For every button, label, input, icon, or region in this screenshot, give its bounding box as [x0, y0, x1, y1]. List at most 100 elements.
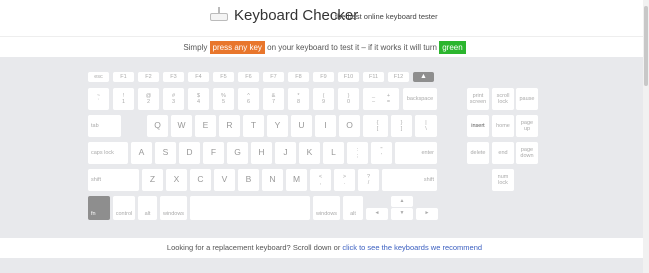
key-g: G: [227, 142, 248, 164]
key-eject: ▲: [413, 72, 434, 82]
scrollbar-thumb[interactable]: [644, 6, 648, 86]
key-w: W: [171, 115, 192, 137]
footer-text: Looking for a replacement keyboard? Scro…: [166, 243, 343, 252]
key-f5: F5: [213, 72, 234, 82]
key-f6: F6: [238, 72, 259, 82]
key-f2: F2: [138, 72, 159, 82]
key-shift-right: shift: [382, 169, 437, 191]
key-4: $4: [188, 88, 209, 110]
key-shift-left: shift: [88, 169, 139, 191]
key-7: & 7: [263, 88, 284, 110]
site-header: Keyboard Checker the best online keyboar…: [0, 0, 649, 36]
bottom-section: [0, 258, 643, 273]
key-arrow-left: ◄: [366, 208, 388, 220]
key-arrow-right: ►: [416, 208, 438, 220]
key-f4: F4: [188, 72, 209, 82]
instructions-banner: Simply press any key on your keyboard to…: [0, 36, 649, 57]
keyboards-recommend-link[interactable]: click to see the keyboards we recommend: [342, 243, 482, 252]
key-backspace: backspace: [403, 88, 437, 110]
instructions-text-2: on your keyboard to test it – if it work…: [264, 43, 440, 52]
key-control: control: [113, 196, 135, 220]
key-page-up: page up: [516, 115, 538, 137]
key-left-bracket: {[: [367, 115, 388, 137]
key-f10: F10: [338, 72, 359, 82]
green-highlight: green: [439, 41, 466, 54]
instructions-text: Simply: [183, 43, 210, 52]
key-5: % 5: [213, 88, 234, 110]
key-v: V: [214, 169, 235, 191]
key-f3: F3: [163, 72, 184, 82]
key-equals: + =: [378, 88, 399, 110]
key-0: ) 0: [338, 88, 359, 110]
key-space: [190, 196, 310, 220]
key-z: Z: [142, 169, 163, 191]
key-enter: enter: [395, 142, 437, 164]
key-h: H: [251, 142, 272, 164]
key-backtick: ~ `: [88, 88, 109, 110]
key-u: U: [291, 115, 312, 137]
key-windows-left: windows: [160, 196, 187, 220]
key-fn: fn: [88, 196, 110, 220]
key-f7: F7: [263, 72, 284, 82]
keyboard-logo-icon: [210, 7, 228, 21]
key-caps-lock: caps lock: [88, 142, 128, 164]
key-a: A: [131, 142, 152, 164]
key-pause: pause: [516, 88, 538, 110]
key-delete: delete: [467, 142, 489, 164]
key-l: L: [323, 142, 344, 164]
key-2: @2: [138, 88, 159, 110]
key-semicolon: :;: [347, 142, 368, 164]
key-3: #3: [163, 88, 184, 110]
key-y: Y: [267, 115, 288, 137]
key-home: home: [492, 115, 514, 137]
page-scrollbar[interactable]: [643, 0, 649, 273]
key-right-bracket: }]: [391, 115, 412, 137]
key-f9: F9: [313, 72, 334, 82]
key-f: F: [203, 142, 224, 164]
key-scroll-lock: scroll lock: [492, 88, 514, 110]
site-tagline: the best online keyboard tester: [335, 12, 438, 21]
key-quote: " ': [371, 142, 392, 164]
key-s: S: [155, 142, 176, 164]
key-1: ! 1: [113, 88, 134, 110]
key-q: Q: [147, 115, 168, 137]
key-d: D: [179, 142, 200, 164]
key-print-screen: print screen: [467, 88, 489, 110]
key-j: J: [275, 142, 296, 164]
key-page-down: page down: [516, 142, 538, 164]
key-end: end: [492, 142, 514, 164]
key-b: B: [238, 169, 259, 191]
key-esc: esc: [88, 72, 109, 82]
key-period: >.: [334, 169, 355, 191]
key-f8: F8: [288, 72, 309, 82]
key-c: C: [190, 169, 211, 191]
key-9: (9: [313, 88, 334, 110]
key-f12: F12: [388, 72, 409, 82]
key-arrow-down: ▼: [391, 208, 413, 220]
key-8: * 8: [288, 88, 309, 110]
key-slash: ? /: [358, 169, 379, 191]
key-f1: F1: [113, 72, 134, 82]
key-6: ^ 6: [238, 88, 259, 110]
key-e: E: [195, 115, 216, 137]
key-tab: tab: [88, 115, 121, 137]
key-alt-left: alt: [138, 196, 157, 220]
key-n: N: [262, 169, 283, 191]
key-k: K: [299, 142, 320, 164]
key-windows-right: windows: [313, 196, 340, 220]
key-x: X: [166, 169, 187, 191]
footer-recommendation: Looking for a replacement keyboard? Scro…: [0, 238, 649, 258]
key-t: T: [243, 115, 264, 137]
key-arrow-up: ▲: [391, 196, 413, 207]
key-alt-right: alt: [343, 196, 363, 220]
keyboard-area: esc F1 F2 F3 F4 F5 F6 F7 F8 F9 F10 F11 F…: [0, 57, 643, 238]
key-num-lock: num lock: [492, 169, 514, 191]
key-comma: <,: [310, 169, 331, 191]
key-backslash: | \: [415, 115, 437, 137]
key-i: I: [315, 115, 336, 137]
press-any-key-highlight: press any key: [209, 41, 265, 54]
key-m: M: [286, 169, 307, 191]
key-f11: F11: [363, 72, 384, 82]
key-o: O: [339, 115, 360, 137]
key-insert: insert: [467, 115, 489, 137]
